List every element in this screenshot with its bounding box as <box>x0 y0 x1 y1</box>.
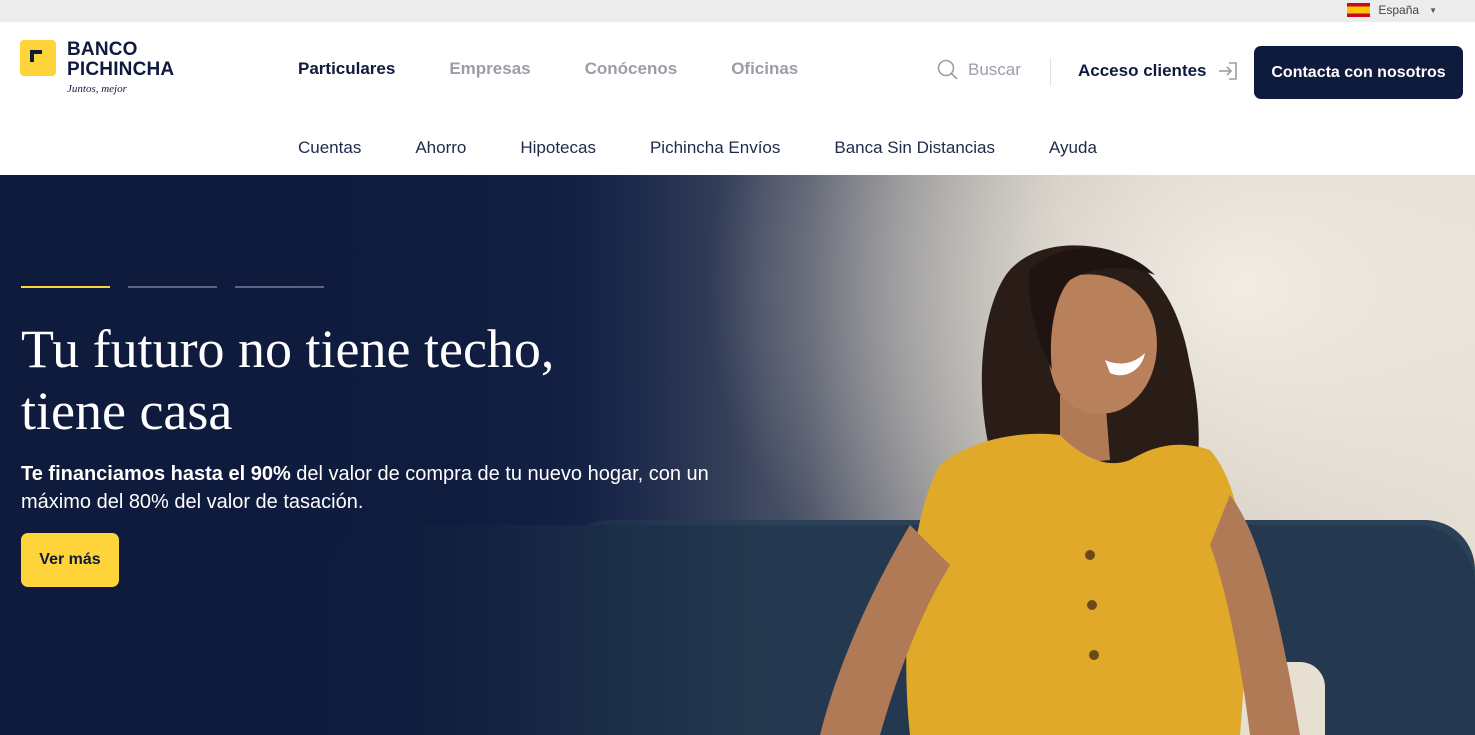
hero-title-line1: Tu futuro no tiene techo, <box>21 319 555 379</box>
contact-button[interactable]: Contacta con nosotros <box>1254 46 1463 99</box>
search-label: Buscar <box>968 60 1021 79</box>
hero-title-line2: tiene casa <box>21 381 233 441</box>
client-access-link[interactable]: Acceso clientes <box>1078 60 1239 82</box>
sub-nav: Cuentas Ahorro Hipotecas Pichincha Envío… <box>298 138 1151 158</box>
brand-mark-icon <box>20 40 56 76</box>
carousel-indicator-2[interactable] <box>128 286 217 288</box>
subnav-pichincha-envios[interactable]: Pichincha Envíos <box>650 138 780 158</box>
subnav-ayuda[interactable]: Ayuda <box>1049 138 1097 158</box>
country-bar: España ▼ <box>0 0 1475 22</box>
header-divider <box>1050 58 1051 86</box>
country-selector[interactable]: España ▼ <box>1347 3 1437 17</box>
nav-particulares[interactable]: Particulares <box>298 59 395 79</box>
main-nav: Particulares Empresas Conócenos Oficinas <box>298 59 852 79</box>
client-access-label: Acceso clientes <box>1078 61 1207 80</box>
nav-conocenos[interactable]: Conócenos <box>585 59 678 79</box>
carousel-indicator-1[interactable] <box>21 286 110 288</box>
hero-photo-woman <box>820 245 1300 735</box>
country-label: España <box>1378 3 1420 17</box>
subnav-cuentas[interactable]: Cuentas <box>298 138 361 158</box>
hero-title: Tu futuro no tiene techo, tiene casa <box>21 318 721 442</box>
nav-empresas[interactable]: Empresas <box>449 59 530 79</box>
hero-description: Te financiamos hasta el 90% del valor de… <box>21 460 711 516</box>
hero-description-highlight: Te financiamos hasta el 90% <box>21 463 291 485</box>
carousel-indicators <box>21 286 324 288</box>
brand-name-line1: BANCO <box>67 39 138 60</box>
brand-logo[interactable]: BANCO PICHINCHA Juntos, mejor <box>20 40 174 95</box>
ver-mas-button[interactable]: Ver más <box>21 533 119 587</box>
carousel-indicator-3[interactable] <box>235 286 324 288</box>
spain-flag-icon <box>1347 3 1371 17</box>
login-icon <box>1218 62 1237 80</box>
site-header: BANCO PICHINCHA Juntos, mejor Particular… <box>0 22 1475 175</box>
brand-tagline: Juntos, mejor <box>67 83 127 95</box>
subnav-banca-sin-distancias[interactable]: Banca Sin Distancias <box>834 138 995 158</box>
subnav-ahorro[interactable]: Ahorro <box>415 138 466 158</box>
hero-gradient-overlay <box>0 175 760 735</box>
search-icon <box>937 59 958 80</box>
search-button[interactable]: Buscar <box>936 58 1021 82</box>
hero-banner: Tu futuro no tiene techo, tiene casa Te … <box>0 175 1475 735</box>
brand-name-line2: PICHINCHA <box>67 59 175 80</box>
nav-oficinas[interactable]: Oficinas <box>731 59 798 79</box>
chevron-down-icon: ▼ <box>1429 5 1437 15</box>
subnav-hipotecas[interactable]: Hipotecas <box>520 138 596 158</box>
